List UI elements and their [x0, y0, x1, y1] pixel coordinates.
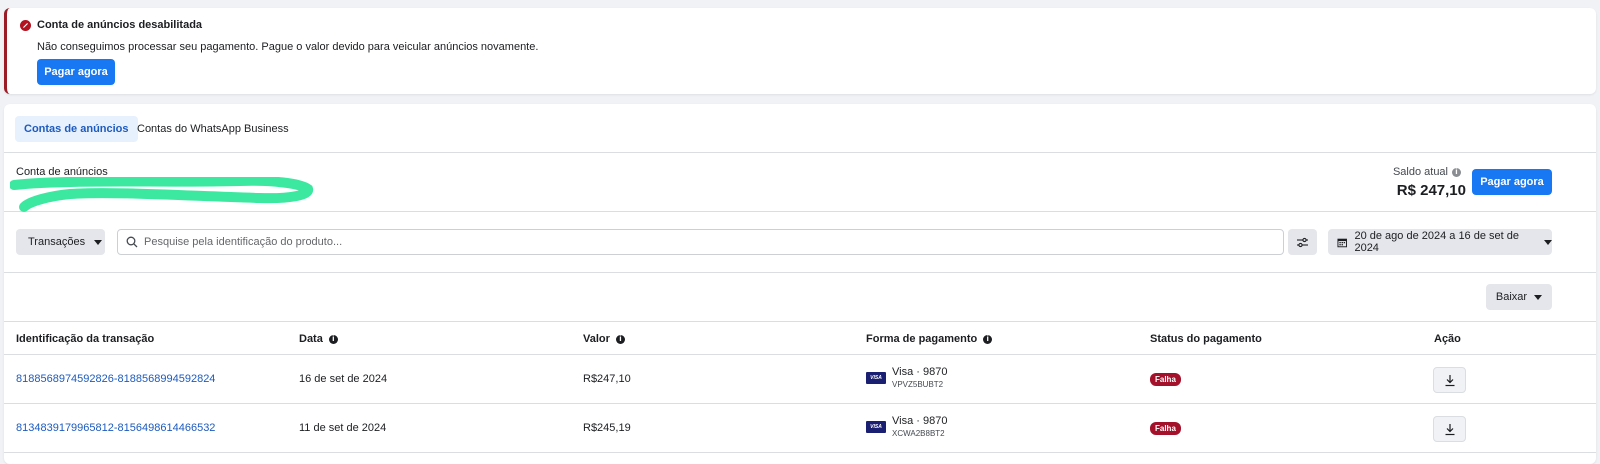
card-label: Visa · 9870 — [892, 366, 948, 378]
download-receipt-button[interactable] — [1433, 416, 1466, 442]
visa-icon: VISA — [866, 371, 886, 384]
download-row: Baixar — [4, 273, 1596, 322]
download-label: Baixar — [1495, 291, 1528, 303]
transaction-date: 16 de set de 2024 — [299, 373, 388, 385]
header-transaction-id: Identificação da transação — [16, 333, 154, 345]
alert-message: Não conseguimos processar seu pagamento.… — [37, 41, 539, 53]
header-label: Data — [299, 333, 323, 345]
table-row: 8134839179965812-8156498614466532 11 de … — [4, 404, 1596, 453]
pay-now-button[interactable]: Pagar agora — [1472, 169, 1552, 195]
dropdown-label: Transações — [28, 236, 86, 248]
billing-panel: Contas de anúncios Contas do WhatsApp Bu… — [4, 104, 1596, 464]
transaction-id-link[interactable]: 8188568974592826-8188568994592824 — [16, 373, 215, 385]
payment-reference: XCWA2B8BT2 — [892, 429, 945, 438]
search-box[interactable] — [117, 229, 1284, 255]
account-tabs: Contas de anúncios Contas do WhatsApp Bu… — [4, 104, 1596, 153]
header-label: Identificação da transação — [16, 333, 155, 345]
header-label: Valor — [583, 333, 610, 345]
error-icon — [20, 19, 31, 31]
header-payment-method: Forma de pagamento i — [866, 333, 993, 345]
sliders-icon — [1297, 237, 1308, 247]
header-label: Ação — [1434, 333, 1461, 345]
payment-method: VISA Visa · 9870 XCWA2B8BT2 — [866, 415, 947, 438]
balance-label-text: Saldo atual — [1392, 166, 1448, 178]
date-range-picker[interactable]: 20 de ago de 2024 a 16 de set de 2024 — [1328, 229, 1552, 255]
transaction-id-link[interactable]: 8134839179965812-8156498614466532 — [16, 422, 215, 434]
filter-settings-button[interactable] — [1288, 229, 1317, 255]
caret-down-icon — [1544, 239, 1552, 245]
visa-icon: VISA — [866, 420, 886, 433]
header-action: Ação — [1434, 333, 1461, 345]
caret-down-icon — [94, 239, 103, 245]
header-label: Status do pagamento — [1150, 333, 1262, 345]
tab-ad-accounts[interactable]: Contas de anúncios — [15, 116, 138, 142]
transaction-value: R$247,10 — [583, 373, 631, 385]
payment-reference: VPVZ5BUBT2 — [892, 380, 944, 389]
alert-title: Conta de anúncios desabilitada — [37, 19, 203, 31]
header-label: Forma de pagamento — [866, 333, 978, 345]
header-payment-status: Status do pagamento — [1150, 333, 1262, 345]
calendar-icon — [1337, 238, 1347, 247]
search-input[interactable] — [144, 236, 1244, 248]
transaction-type-dropdown[interactable]: Transações — [16, 229, 105, 255]
redaction-scribble — [10, 177, 313, 212]
caret-down-icon — [1534, 294, 1543, 300]
pay-now-button-alert[interactable]: Pagar agora — [37, 59, 115, 85]
download-dropdown-button[interactable]: Baixar — [1486, 284, 1552, 310]
info-icon[interactable]: i — [615, 334, 625, 344]
card-label: Visa · 9870 — [892, 415, 948, 427]
header-value: Valor i — [583, 333, 625, 345]
transaction-value: R$245,19 — [583, 422, 631, 434]
tab-whatsapp-accounts[interactable]: Contas do WhatsApp Business — [128, 116, 298, 142]
payment-method: VISA Visa · 9870 VPVZ5BUBT2 — [866, 366, 947, 389]
status-badge: Falha — [1150, 373, 1181, 386]
info-icon[interactable]: i — [983, 334, 993, 344]
table-header: Identificação da transação Data i Valor i … — [4, 322, 1596, 355]
balance-label: Saldo atual i — [1393, 166, 1461, 178]
info-icon[interactable]: i — [1452, 167, 1461, 177]
account-disabled-alert: Conta de anúncios desabilitada Não conse… — [4, 8, 1596, 94]
account-summary: Conta de anúncios Saldo atual i R$ 247,1… — [4, 153, 1596, 212]
alert-title-row: Conta de anúncios desabilitada — [20, 19, 202, 31]
search-icon — [126, 236, 138, 248]
balance-value: R$ 247,10 — [1396, 182, 1466, 199]
date-range-label: 20 de ago de 2024 a 16 de set de 2024 — [1354, 230, 1519, 254]
transaction-date: 11 de set de 2024 — [299, 422, 387, 434]
download-icon — [1445, 423, 1454, 435]
header-date: Data i — [299, 333, 338, 345]
download-icon — [1445, 374, 1454, 386]
download-receipt-button[interactable] — [1433, 367, 1466, 393]
filters-bar: Transações 20 de ago de 2024 a 16 de set… — [4, 212, 1596, 273]
info-icon[interactable]: i — [328, 334, 338, 344]
status-badge: Falha — [1150, 422, 1181, 435]
table-row: 8188568974592826-8188568994592824 16 de … — [4, 355, 1596, 404]
